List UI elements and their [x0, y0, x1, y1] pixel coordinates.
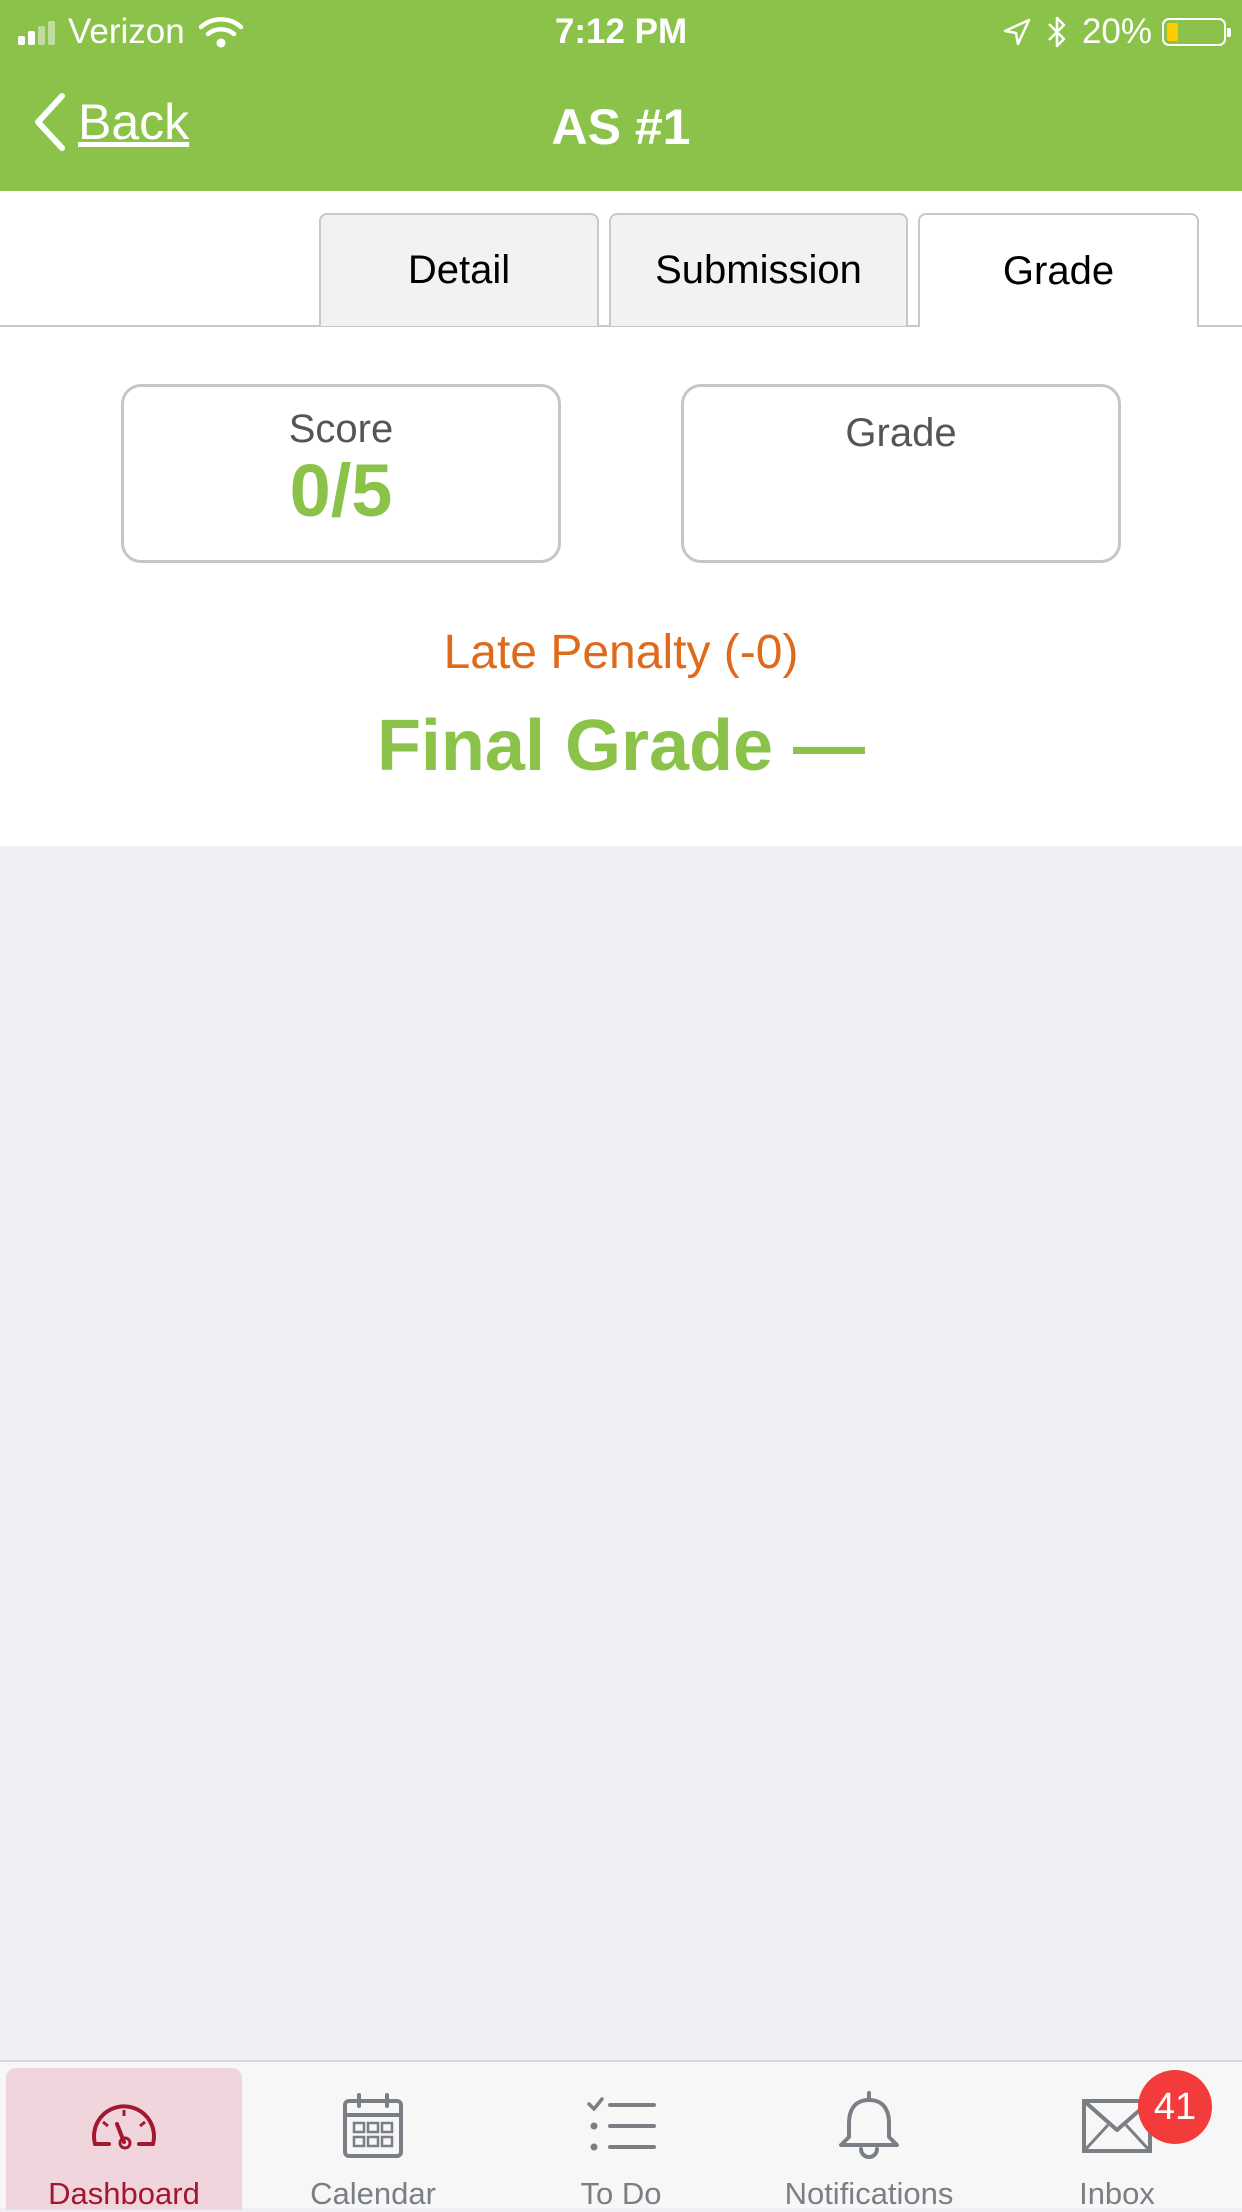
tab-bar-item-todo[interactable]: To Do [503, 2068, 739, 2211]
score-label: Score [288, 407, 394, 451]
late-penalty: Late Penalty (-0) [443, 626, 799, 679]
bell-icon [751, 2086, 987, 2166]
tab-bar-item-dashboard[interactable]: Dashboard [6, 2068, 242, 2211]
tab-bar-label-dashboard: Dashboard [48, 2176, 200, 2211]
tab-bar-item-calendar[interactable]: Calendar [255, 2068, 491, 2211]
battery-level [1167, 23, 1178, 41]
tab-bar-label-notifications: Notifications [784, 2176, 954, 2211]
final-grade: Final Grade — [376, 706, 866, 786]
app-header: Verizon 7:12 PM 20% Back AS #1 [0, 0, 1242, 191]
status-bar: Verizon 7:12 PM 20% [0, 0, 1242, 62]
tab-detail[interactable]: Detail [319, 213, 599, 326]
status-right: 20% [1002, 12, 1231, 52]
bottom-tab-bar: Dashboard Calendar To Do Notifications I… [0, 2060, 1242, 2211]
tab-bar-label-inbox: Inbox [1079, 2176, 1155, 2211]
segment-tabs: Detail Submission Grade [0, 191, 1242, 328]
location-arrow-icon [1002, 17, 1032, 47]
score-value: 0/5 [289, 449, 393, 532]
grade-box: Grade [681, 384, 1121, 563]
tab-submission[interactable]: Submission [609, 213, 908, 326]
battery-percent: 20% [1081, 12, 1152, 51]
tab-bar-item-notifications[interactable]: Notifications [751, 2068, 987, 2211]
tab-grade[interactable]: Grade [918, 213, 1199, 328]
dashboard-gauge-icon [6, 2086, 242, 2166]
bluetooth-icon [1046, 15, 1068, 49]
page-title: AS #1 [551, 99, 691, 155]
score-box: Score 0/5 [121, 384, 561, 563]
todo-list-icon [503, 2086, 739, 2166]
inbox-badge: 41 [1138, 2070, 1212, 2144]
tab-bar-label-todo: To Do [580, 2176, 662, 2211]
tab-bar-label-calendar: Calendar [310, 2176, 436, 2211]
calendar-icon [255, 2086, 491, 2166]
battery-icon [1162, 18, 1231, 46]
grade-label: Grade [845, 411, 957, 455]
grade-panel: Score 0/5 Grade Late Penalty (-0) Final … [0, 327, 1242, 846]
navigation-bar: Back AS #1 [0, 62, 1242, 191]
